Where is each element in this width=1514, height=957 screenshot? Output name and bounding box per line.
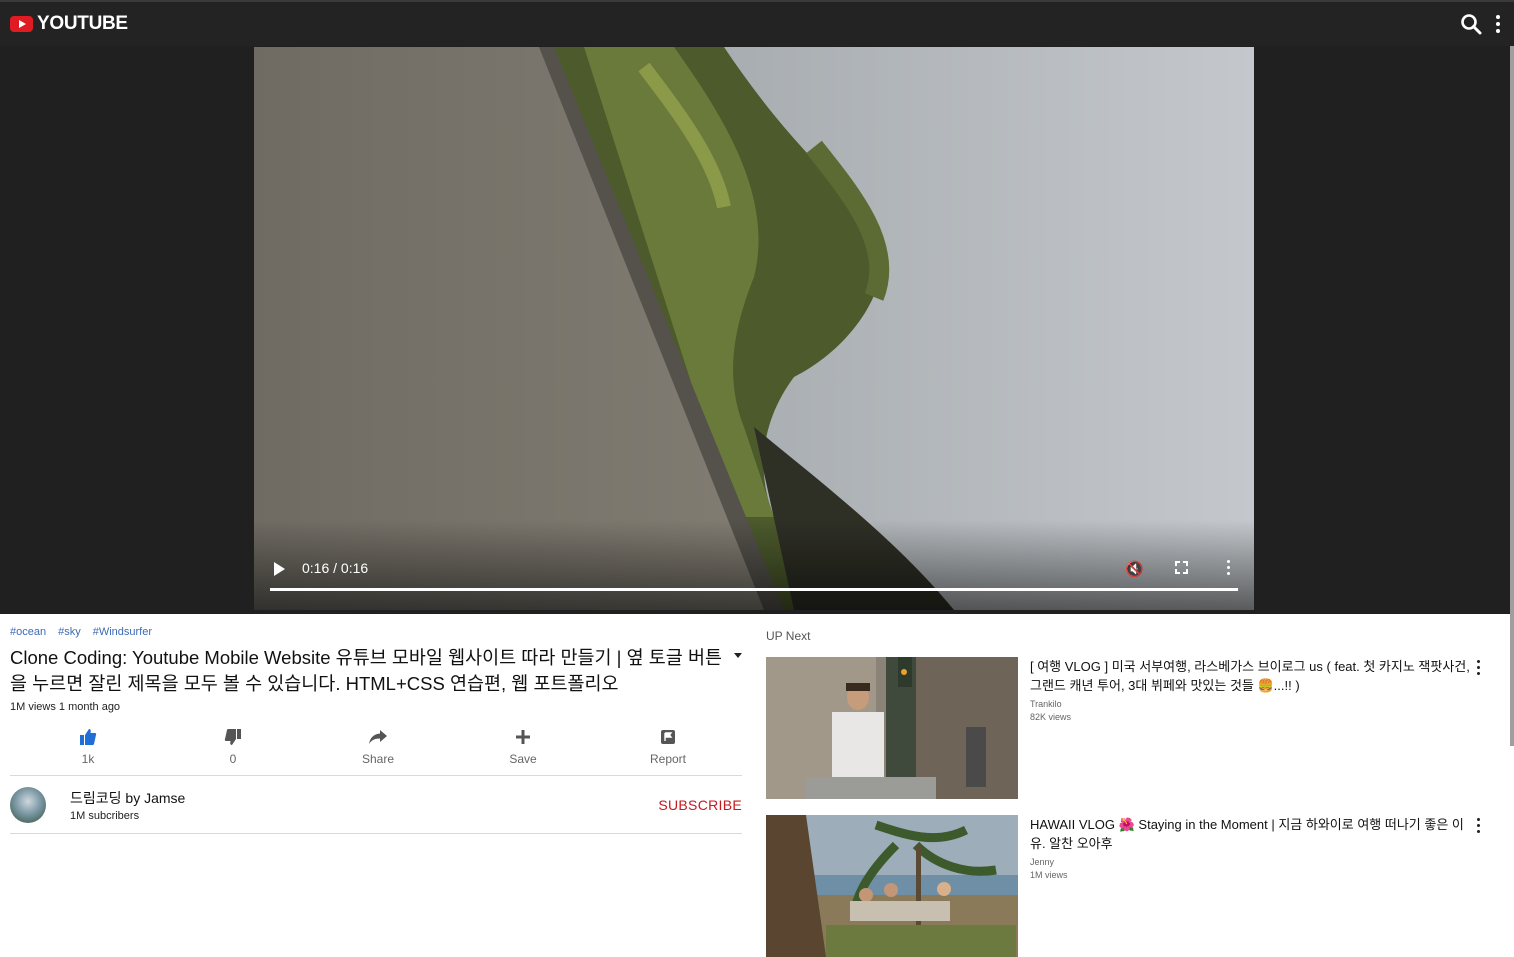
top-bar: YOUTUBE	[0, 0, 1514, 46]
title-row: Clone Coding: Youtube Mobile Website 유튜브…	[10, 645, 742, 697]
action-bar: 1k 0 Share Save Report	[10, 727, 742, 775]
fullscreen-icon[interactable]	[1175, 561, 1188, 574]
card-author: Trankilo	[1030, 699, 1062, 709]
seek-bar[interactable]	[270, 588, 1238, 591]
up-next-card[interactable]: [ 여행 VLOG ] 미국 서부여행, 라스베가스 브이로그 us ( fea…	[766, 657, 1496, 799]
up-next-card[interactable]: HAWAII VLOG 🌺 Staying in the Moment | 지금…	[766, 815, 1496, 957]
dislike-count: 0	[229, 752, 237, 766]
time-display: 0:16 / 0:16	[302, 560, 369, 576]
header-actions	[1460, 13, 1504, 35]
seek-bar-fill	[270, 588, 1238, 591]
save-label: Save	[509, 752, 537, 766]
thumbs-down-icon	[224, 729, 241, 745]
card-info: [ 여행 VLOG ] 미국 서부여행, 라스베가스 브이로그 us ( fea…	[1030, 657, 1470, 799]
channel-avatar[interactable]	[10, 786, 46, 823]
video-title: Clone Coding: Youtube Mobile Website 유튜브…	[10, 647, 723, 694]
thumbnail-image	[766, 815, 1018, 957]
share-button[interactable]: Share	[358, 727, 398, 775]
like-count: 1k	[81, 752, 95, 766]
player-area: 0:16 / 0:16 🔇	[0, 46, 1514, 614]
card-info: HAWAII VLOG 🌺 Staying in the Moment | 지금…	[1030, 815, 1470, 957]
up-next-panel: UP Next [ 여행 VLOG ] 미국 서부여행, 라스베가스 브이로그 …	[766, 614, 1496, 957]
flag-icon	[661, 730, 675, 744]
subscribe-button[interactable]: SUBSCRIBE	[658, 797, 742, 813]
thumbs-up-icon	[80, 729, 97, 745]
share-icon	[369, 730, 387, 744]
divider	[10, 833, 742, 834]
hashtag-list: #ocean #sky #Windsurfer	[10, 626, 742, 638]
save-button[interactable]: Save	[503, 727, 543, 775]
dislike-button[interactable]: 0	[213, 727, 253, 775]
report-label: Report	[649, 752, 687, 766]
plus-icon	[516, 730, 530, 744]
video-thumbnail[interactable]	[766, 657, 1018, 799]
scrollbar[interactable]	[1510, 46, 1514, 746]
channel-name[interactable]: 드림코딩 by Jamse	[70, 788, 658, 808]
more-menu-icon[interactable]	[1494, 15, 1502, 33]
hashtag[interactable]: #sky	[58, 626, 81, 638]
up-next-heading: UP Next	[766, 629, 811, 643]
card-more-icon[interactable]	[1474, 818, 1482, 833]
mute-icon[interactable]: 🔇	[1125, 560, 1144, 578]
card-views: 82K views	[1030, 712, 1072, 722]
youtube-play-icon	[10, 16, 33, 32]
video-info: #ocean #sky #Windsurfer Clone Coding: Yo…	[10, 614, 742, 834]
search-icon[interactable]	[1460, 13, 1482, 35]
video-player[interactable]: 0:16 / 0:16 🔇	[254, 47, 1254, 610]
card-title[interactable]: [ 여행 VLOG ] 미국 서부여행, 라스베가스 브이로그 us ( fea…	[1030, 657, 1470, 695]
card-author: Jenny	[1030, 857, 1055, 867]
subscriber-count: 1M subcribers	[70, 809, 140, 822]
video-controls: 0:16 / 0:16 🔇	[254, 520, 1254, 610]
card-title[interactable]: HAWAII VLOG 🌺 Staying in the Moment | 지금…	[1030, 815, 1470, 853]
channel-row: 드림코딩 by Jamse 1M subcribers SUBSCRIBE	[10, 776, 742, 833]
thumbnail-image	[766, 657, 1018, 799]
video-thumbnail[interactable]	[766, 815, 1018, 957]
hashtag[interactable]: #ocean	[10, 626, 46, 638]
hashtag[interactable]: #Windsurfer	[93, 626, 152, 638]
like-button[interactable]: 1k	[68, 727, 108, 775]
report-button[interactable]: Report	[648, 727, 688, 775]
expand-title-icon[interactable]	[734, 653, 742, 658]
logo-text: YOUTUBE	[37, 13, 128, 34]
share-label: Share	[361, 752, 395, 766]
channel-info: 드림코딩 by Jamse 1M subcribers	[70, 788, 658, 822]
youtube-logo[interactable]: YOUTUBE	[10, 13, 128, 35]
card-views: 1M views	[1030, 870, 1068, 880]
video-meta: 1M views 1 month ago	[10, 701, 121, 713]
play-icon[interactable]	[274, 562, 285, 576]
card-more-icon[interactable]	[1474, 660, 1482, 675]
video-more-icon[interactable]	[1224, 560, 1232, 575]
